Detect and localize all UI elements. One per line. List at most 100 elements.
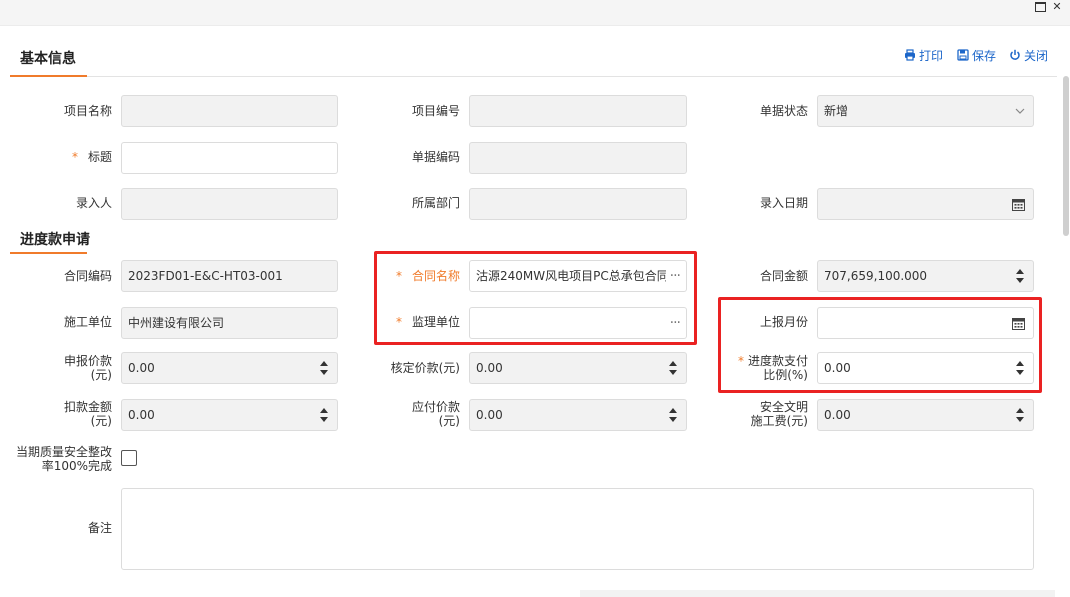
title-input[interactable] [121,142,338,174]
spinner-icon[interactable] [669,408,677,422]
title-label: * 标题 [20,150,112,164]
spinner-icon[interactable] [1016,408,1024,422]
doc-status-label: 单据状态 [759,104,808,118]
section-underline [10,75,87,77]
contract-amount-value: 707,659,100.000 [824,269,928,283]
ellipsis-icon[interactable]: ··· [670,308,681,338]
supervision-unit-label: * 监理单位 [368,315,460,329]
section-divider [87,76,1057,77]
doc-code-label: 单据编码 [411,150,460,164]
save-label: 保存 [972,48,997,63]
construction-unit-value: 中州建设有限公司 [128,316,225,330]
remark-textarea[interactable] [121,488,1034,570]
department-field [469,188,687,220]
declared-price-label-line1: 申报价款 [63,354,112,368]
section-progress-payment: 进度款申请 [10,229,90,249]
declared-price-label-line2: (元) [90,368,112,382]
quality-completion-checkbox[interactable] [121,450,137,466]
close-icon[interactable]: ✕ [1050,0,1064,14]
quality-completion-label-line2: 率100%完成 [41,459,112,473]
ellipsis-icon[interactable]: ··· [670,261,681,291]
entry-date-field [817,188,1034,220]
safety-fee-label: 安全文明 施工费(元) [716,400,808,428]
close-label: 关闭 [1024,48,1049,63]
entered-by-label: 录入人 [75,196,112,210]
save-button[interactable]: 保存 [957,46,996,64]
payment-ratio-label-line2: 比例(%) [763,368,808,382]
report-month-picker[interactable] [817,307,1034,339]
contract-amount-label: 合同金额 [759,269,808,283]
contract-code-value: 2023FD01-E&C-HT03-001 [128,269,283,283]
project-name-field [121,95,338,127]
deduction-label-line2: (元) [90,414,112,428]
payment-ratio-label: * 进度款支付 比例(%) [716,354,808,382]
print-button[interactable]: 打印 [904,46,943,64]
project-code-label: 项目编号 [411,104,460,118]
payable-label-line1: 应付价款 [411,400,460,414]
required-mark: * [71,150,78,164]
contract-amount-field: 707,659,100.000 [817,260,1034,292]
contract-name-value: 沽源240MW风电项目PC总承包合同 [476,269,666,283]
payment-ratio-input[interactable]: 0.00 [817,352,1034,384]
deduction-value: 0.00 [128,408,155,422]
payable-field[interactable]: 0.00 [469,399,687,431]
section-title: 进度款申请 [20,232,90,248]
department-label: 所属部门 [411,196,460,210]
payable-label-line2: (元) [438,414,460,428]
supervision-unit-label-text: 监理单位 [411,315,460,329]
print-label: 打印 [919,48,944,63]
construction-unit-label: 施工单位 [63,315,112,329]
project-code-field [469,95,687,127]
vertical-scrollbar[interactable] [1063,76,1069,236]
section-basic-info: 基本信息 [10,48,76,68]
calendar-icon[interactable] [1012,308,1025,338]
approved-price-value: 0.00 [476,361,503,375]
doc-code-field [469,142,687,174]
safety-fee-label-line2: 施工费(元) [750,414,808,428]
payable-value: 0.00 [476,408,503,422]
bottom-strip [580,590,1055,597]
section-title: 基本信息 [20,51,76,67]
window-title-bar: ✕ [0,0,1070,26]
deduction-label: 扣款金额 (元) [20,400,112,428]
spinner-icon[interactable] [1016,361,1024,375]
payment-ratio-label-text: 进度款支付 [747,354,808,368]
chevron-down-icon [1015,96,1025,126]
report-month-label: 上报月份 [759,315,808,329]
approved-price-field[interactable]: 0.00 [469,352,687,384]
spinner-icon[interactable] [669,361,677,375]
window-maximize-icon[interactable] [1033,0,1047,14]
safety-fee-value: 0.00 [824,408,851,422]
contract-name-label: * 合同名称 [368,269,460,283]
safety-fee-field[interactable]: 0.00 [817,399,1034,431]
quality-completion-label-line1: 当期质量安全整改 [15,445,112,459]
construction-unit-field: 中州建设有限公司 [121,307,338,339]
form-page: ✕ 打印 保存 关闭 基本信息 项目名称 项目编号 单据状态 新增 * 标题 单据… [0,0,1070,597]
doc-status-select[interactable]: 新增 [817,95,1034,127]
contract-code-field: 2023FD01-E&C-HT03-001 [121,260,338,292]
close-button[interactable]: 关闭 [1009,46,1048,64]
declared-price-value: 0.00 [128,361,155,375]
payable-label: 应付价款 (元) [368,400,460,428]
supervision-unit-lookup[interactable]: ··· [469,307,687,339]
entered-by-field [121,188,338,220]
section-underline [10,252,87,254]
spinner-icon[interactable] [320,361,328,375]
spinner-icon[interactable] [320,408,328,422]
required-mark: * [737,354,744,368]
payment-ratio-value: 0.00 [824,361,851,375]
required-mark: * [395,269,402,283]
power-icon [1010,49,1020,60]
calendar-icon[interactable] [1012,189,1025,219]
contract-name-lookup[interactable]: 沽源240MW风电项目PC总承包合同 ··· [469,260,687,292]
safety-fee-label-line1: 安全文明 [759,400,808,414]
spinner-icon[interactable] [1016,269,1024,283]
deduction-label-line1: 扣款金额 [63,400,112,414]
deduction-field[interactable]: 0.00 [121,399,338,431]
project-name-label: 项目名称 [63,104,112,118]
printer-icon [905,49,915,61]
entry-date-label: 录入日期 [759,196,808,210]
approved-price-label: 核定价款(元) [390,361,460,375]
declared-price-field[interactable]: 0.00 [121,352,338,384]
doc-status-value: 新增 [824,104,849,118]
